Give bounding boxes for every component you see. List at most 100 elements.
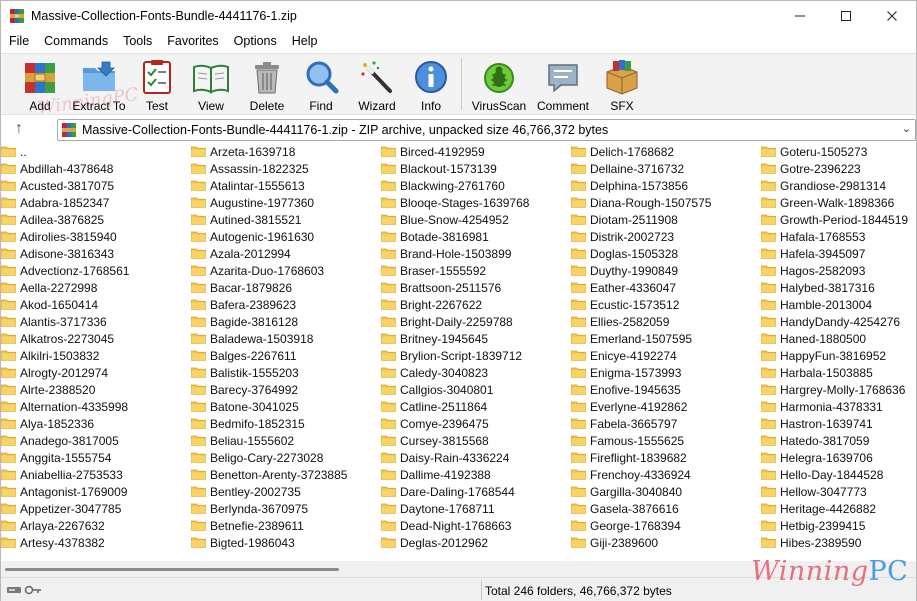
test-button[interactable]: Test xyxy=(137,56,177,114)
folder-row[interactable]: Heritage-4426882 xyxy=(761,500,916,517)
folder-row[interactable]: Bright-Daily-2259788 xyxy=(381,313,571,330)
folder-row[interactable]: Cursey-3815568 xyxy=(381,432,571,449)
folder-row[interactable]: Bafera-2389623 xyxy=(191,296,381,313)
folder-row[interactable]: Hetbig-2399415 xyxy=(761,517,916,534)
folder-row[interactable]: Hatedo-3817059 xyxy=(761,432,916,449)
folder-row[interactable]: Anggita-1555754 xyxy=(1,449,191,466)
folder-row[interactable]: Grandiose-2981314 xyxy=(761,177,916,194)
folder-row[interactable]: Duythy-1990849 xyxy=(571,262,761,279)
chevron-down-icon[interactable]: ⌄ xyxy=(902,122,911,135)
menu-commands[interactable]: Commands xyxy=(36,32,115,52)
folder-row[interactable]: Fireflight-1839682 xyxy=(571,449,761,466)
folder-row[interactable]: Adisone-3816343 xyxy=(1,245,191,262)
menu-file[interactable]: File xyxy=(1,32,36,52)
folder-row[interactable]: HandyDandy-4254276 xyxy=(761,313,916,330)
folder-row[interactable]: Blooqe-Stages-1639768 xyxy=(381,194,571,211)
folder-row[interactable]: Blackwing-2761760 xyxy=(381,177,571,194)
folder-row[interactable]: Frenchoy-4336924 xyxy=(571,466,761,483)
folder-row[interactable]: Alternation-4335998 xyxy=(1,398,191,415)
folder-row[interactable]: Diana-Rough-1507575 xyxy=(571,194,761,211)
folder-row[interactable]: HappyFun-3816952 xyxy=(761,347,916,364)
folder-row[interactable]: Beligo-Cary-2273028 xyxy=(191,449,381,466)
folder-row[interactable]: Balges-2267611 xyxy=(191,347,381,364)
folder-row[interactable]: Enigma-1573993 xyxy=(571,364,761,381)
folder-row[interactable]: Azala-2012994 xyxy=(191,245,381,262)
folder-row[interactable]: Daisy-Rain-4336224 xyxy=(381,449,571,466)
drive-key-icon[interactable] xyxy=(7,584,43,596)
file-list[interactable]: .. Abdillah-4378648 Acusted-3817075 Adabra-… xyxy=(1,143,916,551)
maximize-button[interactable] xyxy=(823,1,869,31)
wizard-button[interactable]: Wizard xyxy=(355,56,399,114)
folder-row[interactable]: Everlyne-4192862 xyxy=(571,398,761,415)
folder-row[interactable]: Arlaya-2267632 xyxy=(1,517,191,534)
folder-row[interactable]: Bigted-1986043 xyxy=(191,534,381,551)
folder-row[interactable]: Aella-2272998 xyxy=(1,279,191,296)
folder-row[interactable]: Giji-2389600 xyxy=(571,534,761,551)
folder-row[interactable]: Delphina-1573856 xyxy=(571,177,761,194)
folder-row[interactable]: Berlynda-3670975 xyxy=(191,500,381,517)
folder-row[interactable]: Delich-1768682 xyxy=(571,143,761,160)
folder-row[interactable]: Distrik-2002723 xyxy=(571,228,761,245)
view-button[interactable]: View xyxy=(189,56,233,114)
folder-row[interactable]: Halybed-3817316 xyxy=(761,279,916,296)
comment-button[interactable]: Comment xyxy=(535,56,591,114)
up-arrow-icon[interactable]: ↑ xyxy=(15,120,23,138)
folder-row[interactable]: Blue-Snow-4254952 xyxy=(381,211,571,228)
folder-row[interactable]: Beliau-1555602 xyxy=(191,432,381,449)
parent-folder-row[interactable]: .. xyxy=(1,143,191,160)
menu-help[interactable]: Help xyxy=(284,32,325,52)
folder-row[interactable]: Bagide-3816128 xyxy=(191,313,381,330)
folder-row[interactable]: Balistik-1555203 xyxy=(191,364,381,381)
folder-row[interactable]: Arzeta-1639718 xyxy=(191,143,381,160)
folder-row[interactable]: Birced-4192959 xyxy=(381,143,571,160)
folder-row[interactable]: Advectionz-1768561 xyxy=(1,262,191,279)
winrar-app-icon[interactable] xyxy=(9,8,25,24)
folder-row[interactable]: Enicye-4192274 xyxy=(571,347,761,364)
folder-row[interactable]: Brattsoon-2511576 xyxy=(381,279,571,296)
folder-row[interactable]: Gotre-2396223 xyxy=(761,160,916,177)
folder-row[interactable]: Batone-3041025 xyxy=(191,398,381,415)
archive-path-combo[interactable]: Massive-Collection-Fonts-Bundle-4441176-… xyxy=(57,119,916,141)
folder-row[interactable]: Doglas-1505328 xyxy=(571,245,761,262)
folder-row[interactable]: Bacar-1879826 xyxy=(191,279,381,296)
virusscan-button[interactable]: VirusScan xyxy=(471,56,527,114)
folder-row[interactable]: Dallime-4192388 xyxy=(381,466,571,483)
folder-row[interactable]: Haned-1880500 xyxy=(761,330,916,347)
minimize-button[interactable] xyxy=(777,1,823,31)
folder-row[interactable]: Abdillah-4378648 xyxy=(1,160,191,177)
folder-row[interactable]: Britney-1945645 xyxy=(381,330,571,347)
folder-row[interactable]: Comye-2396475 xyxy=(381,415,571,432)
folder-row[interactable]: Adirolies-3815940 xyxy=(1,228,191,245)
folder-row[interactable]: Blackout-1573139 xyxy=(381,160,571,177)
folder-row[interactable]: Brylion-Script-1839712 xyxy=(381,347,571,364)
folder-row[interactable]: Ecustic-1573512 xyxy=(571,296,761,313)
folder-row[interactable]: George-1768394 xyxy=(571,517,761,534)
folder-row[interactable]: Dellaine-3716732 xyxy=(571,160,761,177)
folder-row[interactable]: Assassin-1822325 xyxy=(191,160,381,177)
folder-row[interactable]: Hastron-1639741 xyxy=(761,415,916,432)
folder-row[interactable]: Betnefie-2389611 xyxy=(191,517,381,534)
info-button[interactable]: Info xyxy=(413,56,449,114)
folder-row[interactable]: Braser-1555592 xyxy=(381,262,571,279)
folder-row[interactable]: Acusted-3817075 xyxy=(1,177,191,194)
delete-button[interactable]: Delete xyxy=(246,56,288,114)
folder-row[interactable]: Eather-4336047 xyxy=(571,279,761,296)
menu-options[interactable]: Options xyxy=(226,32,284,52)
folder-row[interactable]: Helegra-1639706 xyxy=(761,449,916,466)
folder-row[interactable]: Alrte-2388520 xyxy=(1,381,191,398)
folder-row[interactable]: Dead-Night-1768663 xyxy=(381,517,571,534)
folder-row[interactable]: Alrogty-2012974 xyxy=(1,364,191,381)
folder-row[interactable]: Akod-1650414 xyxy=(1,296,191,313)
folder-row[interactable]: Autogenic-1961630 xyxy=(191,228,381,245)
folder-row[interactable]: Baladewa-1503918 xyxy=(191,330,381,347)
folder-row[interactable]: Gasela-3876616 xyxy=(571,500,761,517)
folder-row[interactable]: Green-Walk-1898366 xyxy=(761,194,916,211)
menu-favorites[interactable]: Favorites xyxy=(159,32,225,52)
find-button[interactable]: Find xyxy=(301,56,341,114)
folder-row[interactable]: Augustine-1977360 xyxy=(191,194,381,211)
folder-row[interactable]: Ellies-2582059 xyxy=(571,313,761,330)
folder-row[interactable]: Harbala-1503885 xyxy=(761,364,916,381)
folder-row[interactable]: Dare-Daling-1768544 xyxy=(381,483,571,500)
folder-row[interactable]: Bedmifo-1852315 xyxy=(191,415,381,432)
folder-row[interactable]: Hello-Day-1844528 xyxy=(761,466,916,483)
